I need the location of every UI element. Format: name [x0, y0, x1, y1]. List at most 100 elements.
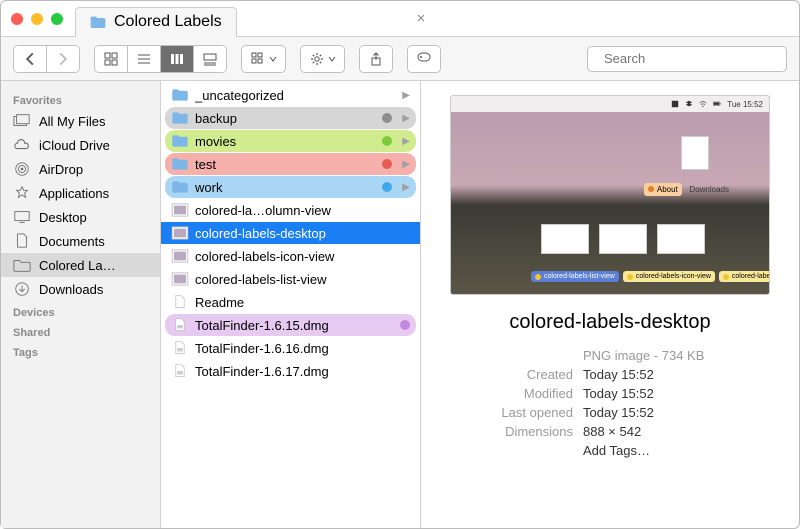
- sidebar-header: Devices: [1, 301, 160, 321]
- preview-title: colored-labels-desktop: [509, 311, 710, 334]
- wifi-icon: [699, 100, 707, 108]
- content-body: Favorites All My Files iCloud Drive AirDrop…: [1, 81, 799, 528]
- file-row[interactable]: colored-labels-list-view: [165, 268, 416, 290]
- menubar-time: Tue 15:52: [727, 100, 763, 109]
- sidebar-item-label: Applications: [39, 186, 109, 201]
- created-label: Created: [473, 367, 573, 382]
- file-row[interactable]: test ▶: [165, 153, 416, 175]
- back-button[interactable]: [14, 46, 46, 72]
- share-button[interactable]: [360, 46, 392, 72]
- sidebar-item-documents[interactable]: Documents: [1, 229, 160, 253]
- tag-dot: [400, 320, 410, 330]
- file-row[interactable]: colored-la…olumn-view: [165, 199, 416, 221]
- sidebar-item-label: Colored La…: [39, 258, 116, 273]
- file-row[interactable]: colored-labels-icon-view: [165, 245, 416, 267]
- chevron-right-icon: ▶: [402, 113, 410, 124]
- minimize-window-button[interactable]: [31, 13, 43, 25]
- search-input[interactable]: [604, 51, 780, 66]
- sidebar-item-icloud[interactable]: iCloud Drive: [1, 133, 160, 157]
- add-tags-button[interactable]: Add Tags…: [583, 443, 747, 458]
- tag-dot: [382, 113, 392, 123]
- finder-menubar-icon: [671, 100, 679, 108]
- sidebar-item-all-my-files[interactable]: All My Files: [1, 109, 160, 133]
- sidebar-item-label: All My Files: [39, 114, 105, 129]
- traffic-lights: [11, 13, 63, 25]
- sidebar-item-label: Documents: [39, 234, 105, 249]
- tag-dot: [382, 182, 392, 192]
- coverflow-view-button[interactable]: [193, 46, 226, 72]
- tags-button[interactable]: [408, 46, 440, 72]
- sidebar-header: Tags: [1, 341, 160, 361]
- file-row[interactable]: TotalFinder-1.6.16.dmg: [165, 337, 416, 359]
- preview-metadata: PNG image - 734 KB CreatedToday 15:52 Mo…: [443, 348, 777, 458]
- forward-button[interactable]: [46, 46, 79, 72]
- sidebar-header: Shared: [1, 321, 160, 341]
- sidebar-item-label: iCloud Drive: [39, 138, 110, 153]
- sidebar-item-colored-labels[interactable]: Colored La…: [1, 253, 160, 277]
- chevron-right-icon: ▶: [402, 136, 410, 147]
- toolbar: [1, 37, 799, 81]
- tab-close-button[interactable]: ×: [417, 10, 426, 27]
- dimensions-value: 888 × 542: [583, 424, 747, 439]
- tab-title: Colored Labels: [114, 13, 222, 31]
- file-row[interactable]: colored-labels-desktop: [161, 222, 420, 244]
- lastopened-value: Today 15:52: [583, 405, 747, 420]
- modified-label: Modified: [473, 386, 573, 401]
- sidebar-header: Favorites: [1, 89, 160, 109]
- action-button[interactable]: [301, 46, 344, 72]
- sidebar-item-applications[interactable]: Applications: [1, 181, 160, 205]
- file-row[interactable]: Readme: [165, 291, 416, 313]
- created-value: Today 15:52: [583, 367, 747, 382]
- search-field[interactable]: [587, 46, 787, 72]
- nav-buttons: [13, 45, 80, 73]
- tag-dot: [382, 136, 392, 146]
- chevron-right-icon: ▶: [402, 159, 410, 170]
- file-name: colored-labels-desktop: [195, 226, 410, 241]
- folder-icon: [90, 15, 106, 29]
- file-row[interactable]: TotalFinder-1.6.15.dmg: [165, 314, 416, 336]
- file-row[interactable]: TotalFinder-1.6.17.dmg: [165, 360, 416, 382]
- sidebar-item-downloads[interactable]: Downloads: [1, 277, 160, 301]
- file-name: TotalFinder-1.6.17.dmg: [195, 364, 410, 379]
- dimensions-label: Dimensions: [473, 424, 573, 439]
- file-name: colored-labels-icon-view: [195, 249, 410, 264]
- tag-icon: [416, 52, 432, 66]
- titlebar: Colored Labels ×: [1, 1, 799, 37]
- chevron-right-icon: ▶: [402, 182, 410, 193]
- sidebar-item-desktop[interactable]: Desktop: [1, 205, 160, 229]
- icon-view-button[interactable]: [95, 46, 127, 72]
- lastopened-label: Last opened: [473, 405, 573, 420]
- sidebar-item-airdrop[interactable]: AirDrop: [1, 157, 160, 181]
- file-name: work: [195, 180, 376, 195]
- file-name: Readme: [195, 295, 410, 310]
- finder-window: Colored Labels × Favorites All My Files iC…: [0, 0, 800, 529]
- tab-colored-labels[interactable]: Colored Labels: [75, 7, 237, 37]
- modified-value: Today 15:52: [583, 386, 747, 401]
- close-window-button[interactable]: [11, 13, 23, 25]
- file-row[interactable]: movies ▶: [165, 130, 416, 152]
- file-column: _uncategorized ▶ backup ▶ movies ▶ test ▶ work ▶ c…: [161, 81, 421, 528]
- file-row[interactable]: work ▶: [165, 176, 416, 198]
- sidebar-item-label: Desktop: [39, 210, 87, 225]
- file-name: test: [195, 157, 376, 172]
- file-row[interactable]: _uncategorized ▶: [165, 84, 416, 106]
- file-name: TotalFinder-1.6.15.dmg: [195, 318, 394, 333]
- sidebar: Favorites All My Files iCloud Drive AirDrop…: [1, 81, 161, 528]
- file-name: TotalFinder-1.6.16.dmg: [195, 341, 410, 356]
- arrange-button[interactable]: [242, 46, 285, 72]
- battery-icon: [713, 100, 721, 108]
- file-row[interactable]: backup ▶: [165, 107, 416, 129]
- chevron-right-icon: ▶: [402, 90, 410, 101]
- list-view-button[interactable]: [127, 46, 160, 72]
- file-name: _uncategorized: [195, 88, 392, 103]
- preview-thumbnail: Tue 15:52 About Downloads colored-labels…: [450, 95, 770, 295]
- sidebar-item-label: Downloads: [39, 282, 103, 297]
- file-name: colored-labels-list-view: [195, 272, 410, 287]
- file-name: backup: [195, 111, 376, 126]
- share-icon: [368, 52, 384, 66]
- zoom-window-button[interactable]: [51, 13, 63, 25]
- file-name: colored-la…olumn-view: [195, 203, 410, 218]
- view-mode-buttons: [94, 45, 227, 73]
- file-name: movies: [195, 134, 376, 149]
- column-view-button[interactable]: [160, 46, 193, 72]
